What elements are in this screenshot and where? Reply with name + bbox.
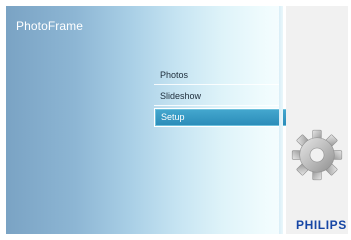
photoframe-screen: PhotoFrame Photos Slideshow Setup PHILIP… bbox=[0, 0, 351, 240]
menu-item-slideshow[interactable]: Slideshow bbox=[154, 87, 289, 106]
menu-item-photos[interactable]: Photos bbox=[154, 66, 289, 85]
menu-item-setup[interactable]: Setup bbox=[154, 108, 289, 127]
philips-logo: PHILIPS bbox=[296, 218, 347, 232]
main-menu: Photos Slideshow Setup bbox=[154, 66, 289, 129]
gear-icon bbox=[291, 129, 343, 181]
main-panel: PhotoFrame Photos Slideshow Setup bbox=[6, 6, 289, 234]
app-title: PhotoFrame bbox=[16, 19, 84, 33]
side-panel bbox=[286, 6, 348, 234]
